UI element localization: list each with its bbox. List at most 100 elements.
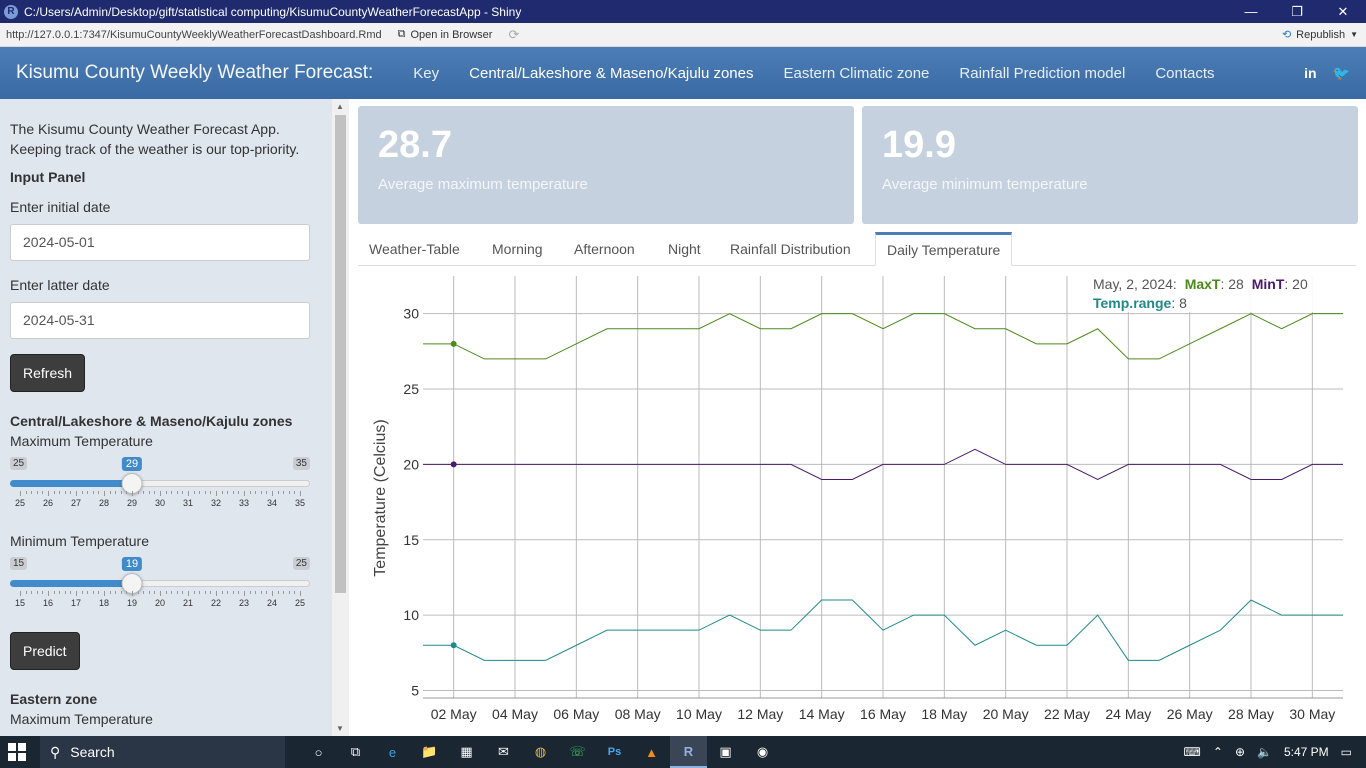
eastern-zone-heading: Eastern zone	[10, 691, 98, 707]
maximize-button[interactable]: ❐	[1274, 0, 1320, 23]
window-titlebar: R C:/Users/Admin/Desktop/gift/statistica…	[0, 0, 1366, 23]
slider-tick	[272, 491, 273, 496]
nav-eastern-zone[interactable]: Eastern Climatic zone	[783, 65, 929, 82]
slider-minor-tick	[277, 591, 279, 594]
daily-temperature-chart-panel: 02 May 04 May 06 May 08 May 10 May 12 May 14 M…	[358, 266, 1356, 736]
slider-minor-tick	[249, 591, 251, 594]
chevron-down-icon: ▼	[1350, 30, 1358, 39]
url-text[interactable]: http://127.0.0.1:7347/KisumuCountyWeekly…	[6, 29, 382, 41]
clock[interactable]: 5:47 PM	[1284, 745, 1329, 759]
taskbar-search[interactable]: ⚲ Search	[40, 736, 285, 768]
edge-icon[interactable]: e	[374, 736, 411, 768]
slider-minor-tick	[182, 591, 184, 594]
windows-start-icon[interactable]	[8, 743, 26, 761]
whatsapp-icon[interactable]: ☏	[559, 736, 596, 768]
slider-minor-tick	[266, 591, 268, 594]
scroll-up-icon[interactable]: ▲	[336, 102, 344, 111]
x-tick-label: 24 May	[1105, 706, 1151, 722]
cortana-icon[interactable]: ○	[300, 736, 337, 768]
daily-temperature-chart[interactable]: 02 May 04 May 06 May 08 May 10 May 12 May 14 M…	[358, 266, 1356, 736]
x-tick-label: 16 May	[860, 706, 906, 722]
y-tick-label: 20	[403, 456, 419, 472]
slider-minor-tick	[221, 491, 223, 494]
tab-morning[interactable]: Morning	[481, 232, 554, 266]
initial-date-input[interactable]: 2024-05-01	[10, 224, 310, 261]
slider-tick-label: 19	[126, 598, 138, 608]
mail-icon[interactable]: ✉	[485, 736, 522, 768]
x-tick-label: 30 May	[1289, 706, 1335, 722]
initial-date-label: Enter initial date	[10, 199, 111, 215]
avg-max-temp-label: Average maximum temperature	[378, 176, 588, 193]
slider-minor-tick	[260, 491, 262, 494]
x-tick-label: 04 May	[492, 706, 538, 722]
slider-tick	[216, 591, 217, 596]
slider-minor-tick	[238, 491, 240, 494]
y-tick-label: 30	[403, 306, 419, 322]
nav-key[interactable]: Key	[413, 65, 439, 82]
y-tick-label: 15	[403, 532, 419, 548]
nav-contacts[interactable]: Contacts	[1155, 65, 1214, 82]
task-view-icon[interactable]: ⧉	[337, 736, 374, 768]
network-icon[interactable]: ⊕	[1235, 745, 1245, 759]
search-icon: ⚲	[50, 743, 61, 760]
slider-minor-tick	[154, 491, 156, 494]
rstudio-icon[interactable]: R	[670, 736, 707, 768]
slider-minor-tick	[137, 491, 139, 494]
slider-minor-tick	[31, 491, 33, 494]
slider-minor-tick	[221, 591, 223, 594]
slider-fill	[10, 480, 132, 487]
slider-tick-label: 24	[266, 598, 278, 608]
chrome-icon[interactable]: ◍	[522, 736, 559, 768]
social-links: in 🐦	[1304, 47, 1366, 99]
open-in-browser-label: Open in Browser	[410, 28, 493, 41]
slider-tick	[132, 591, 133, 596]
vlc-icon[interactable]: ▲	[633, 736, 670, 768]
nav-rainfall-model[interactable]: Rainfall Prediction model	[959, 65, 1125, 82]
tab-daily-temperature[interactable]: Daily Temperature	[875, 232, 1013, 266]
chevron-up-icon[interactable]: ⌃	[1213, 745, 1223, 759]
reload-icon[interactable]: ⟳	[508, 27, 519, 43]
predict-button[interactable]: Predict	[10, 632, 80, 670]
close-button[interactable]: ✕	[1320, 0, 1366, 23]
linkedin-icon[interactable]: in	[1304, 65, 1316, 81]
volume-icon[interactable]: 🔈	[1257, 745, 1272, 759]
slider-minor-tick	[36, 591, 38, 594]
slider-tick	[272, 591, 273, 596]
slider-tick	[188, 491, 189, 496]
slider-minor-tick	[98, 591, 100, 594]
max-temp-slider[interactable]: 25 35 29 25 26 27 28 29 30 31 32 33 34 35	[10, 457, 310, 517]
photos-icon[interactable]: ◉	[744, 736, 781, 768]
open-in-browser-button[interactable]: ⧉ Open in Browser	[398, 28, 493, 41]
slider-minor-tick	[42, 491, 44, 494]
keyboard-icon[interactable]: ⌨	[1184, 745, 1201, 759]
slider-minor-tick	[232, 491, 234, 494]
tab-afternoon[interactable]: Afternoon	[563, 232, 646, 266]
refresh-button[interactable]: Refresh	[10, 354, 86, 392]
tab-weather-table[interactable]: Weather-Table	[358, 232, 471, 266]
sidebar-scrollbar[interactable]: ▲ ▼	[332, 99, 349, 736]
slider-tick-label: 25	[294, 598, 306, 608]
republish-icon: ⟲	[1281, 29, 1292, 41]
photoshop-icon[interactable]: Ps	[596, 736, 633, 768]
file-explorer-icon[interactable]: 📁	[411, 736, 448, 768]
x-tick-label: 06 May	[553, 706, 599, 722]
minimize-button[interactable]: —	[1228, 0, 1274, 23]
y-tick-label: 25	[403, 381, 419, 397]
twitter-icon[interactable]: 🐦	[1333, 65, 1350, 82]
slider-minor-tick	[31, 591, 33, 594]
scrollbar-thumb[interactable]	[335, 115, 346, 593]
latter-date-input[interactable]: 2024-05-31	[10, 302, 310, 339]
app-window-icon[interactable]: ▣	[707, 736, 744, 768]
nav-central-zones[interactable]: Central/Lakeshore & Maseno/Kajulu zones	[469, 65, 753, 82]
scroll-down-icon[interactable]: ▼	[336, 724, 344, 733]
tab-rainfall-distribution[interactable]: Rainfall Distribution	[719, 232, 862, 266]
slider-tick-label: 18	[98, 598, 110, 608]
republish-button[interactable]: ⟲ Republish ▼	[1281, 28, 1358, 42]
min-temp-slider[interactable]: 15 25 19 15 16 17 18 19 20 21 22 23 24 25	[10, 557, 310, 617]
slider-minor-tick	[232, 591, 234, 594]
store-icon[interactable]: ▦	[448, 736, 485, 768]
slider-minor-tick	[92, 491, 94, 494]
slider-minor-tick	[64, 591, 66, 594]
tab-night[interactable]: Night	[657, 232, 712, 266]
notifications-icon[interactable]: ▭	[1341, 745, 1352, 759]
